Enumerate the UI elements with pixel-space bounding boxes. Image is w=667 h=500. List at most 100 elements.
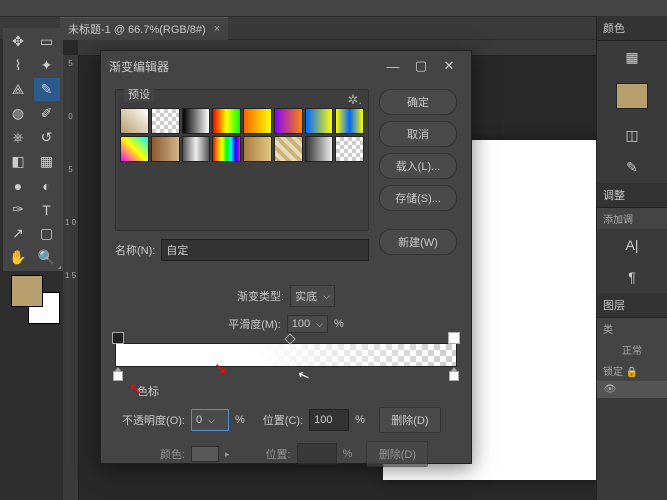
color-box[interactable] (191, 446, 219, 462)
shape-tool[interactable]: ▢ (34, 222, 60, 245)
name-label: 名称(N): (115, 242, 155, 258)
maximize-button[interactable]: ▢ (407, 56, 435, 76)
preset-swatch[interactable] (335, 108, 364, 134)
paragraph-icon[interactable]: ¶ (620, 267, 644, 287)
move-tool[interactable]: ✥ (5, 30, 31, 53)
crop-tool[interactable]: ⟁ (5, 78, 31, 101)
pen-tool[interactable]: ✑ (5, 198, 31, 221)
close-tab-icon[interactable]: × (214, 23, 220, 35)
panel-color-swatch[interactable] (616, 83, 648, 109)
load-button[interactable]: 载入(L)... (379, 153, 457, 179)
minimize-button[interactable]: — (379, 56, 407, 76)
stamp-tool[interactable]: ⎈ (5, 126, 31, 149)
dodge-tool[interactable]: ◐ (34, 174, 60, 197)
save-button[interactable]: 存储(S)... (379, 185, 457, 211)
panel-color-tab[interactable]: 颜色 (597, 16, 667, 41)
hand-tool[interactable]: ✋ (5, 246, 31, 269)
ruler-mark: 5 (63, 55, 78, 68)
preset-swatch[interactable] (120, 136, 149, 162)
close-button[interactable]: ✕ (435, 56, 463, 76)
position-label: 位置(C): (263, 412, 303, 428)
eyedropper-tool[interactable]: ✎ (34, 78, 60, 101)
preset-swatch[interactable] (151, 108, 180, 134)
preset-swatch[interactable] (212, 136, 241, 162)
swatches-icon[interactable]: ▦ (620, 47, 644, 67)
wand-tool[interactable]: ✦ (34, 54, 60, 77)
opacity-input[interactable]: 0 (191, 409, 229, 431)
preset-swatch[interactable] (243, 108, 272, 134)
type-label: 渐变类型: (237, 288, 284, 304)
history-brush-tool[interactable]: ↺ (34, 126, 60, 149)
visibility-icon[interactable]: 👁 (603, 384, 617, 395)
percent-label: % (343, 448, 353, 460)
preset-swatch[interactable] (182, 136, 211, 162)
heal-tool[interactable]: ◍ (5, 102, 31, 125)
percent-label: % (334, 318, 344, 330)
type-dropdown[interactable]: 实底 (290, 285, 335, 307)
color-label: 颜色: (115, 446, 185, 462)
delete-button[interactable]: 删除(D) (379, 407, 441, 433)
ruler-vertical: 5 0 5 1 0 1 5 (63, 55, 79, 500)
preset-swatch[interactable] (243, 136, 272, 162)
foreground-color-swatch[interactable] (11, 275, 43, 307)
smooth-label: 平滑度(M): (228, 316, 281, 332)
presets-label: 预设 (124, 86, 154, 102)
marquee-tool[interactable]: ▭ (34, 30, 60, 53)
percent-label: % (235, 414, 245, 426)
libraries-icon[interactable]: ◫ (620, 125, 644, 145)
preset-swatch[interactable] (274, 136, 303, 162)
chevron-icon[interactable]: ▸ (225, 449, 230, 460)
color-stop-left[interactable] (113, 368, 123, 380)
name-input[interactable] (161, 239, 369, 261)
opacity-stop-left[interactable] (112, 332, 124, 344)
new-button[interactable]: 新建(W) (379, 229, 457, 255)
midpoint-diamond[interactable] (284, 333, 295, 344)
eraser-tool[interactable]: ◧ (5, 150, 31, 173)
lasso-tool[interactable]: ⌇ (5, 54, 31, 77)
gradient-editor-dialog: 渐变编辑器 — ▢ ✕ 预设 ✲. (100, 50, 472, 464)
presets-group: 预设 ✲. (115, 89, 369, 231)
document-tab[interactable]: 未标题-1 @ 66.7%(RGB/8#) × (60, 17, 228, 40)
percent-label: % (355, 414, 365, 426)
char-icon[interactable]: A| (620, 235, 644, 255)
document-title: 未标题-1 @ 66.7%(RGB/8#) (68, 21, 206, 37)
opacity-label: 不透明度(O): (115, 412, 185, 428)
preset-swatch[interactable] (274, 108, 303, 134)
path-tool[interactable]: ↗ (5, 222, 31, 245)
preset-swatch[interactable] (151, 136, 180, 162)
color-swatches (3, 275, 59, 320)
ruler-mark: 1 5 (63, 267, 78, 280)
preset-swatch[interactable] (305, 136, 334, 162)
opacity-stop-right[interactable] (448, 332, 460, 344)
delete2-button[interactable]: 删除(D) (366, 441, 428, 467)
brush-tool[interactable]: ✐ (34, 102, 60, 125)
gear-icon[interactable]: ✲. (347, 92, 362, 108)
dialog-title: 渐变编辑器 (109, 58, 379, 75)
gradient-bar[interactable] (115, 343, 457, 367)
zoom-tool[interactable]: 🔍 (34, 246, 60, 269)
cancel-button[interactable]: 取消 (379, 121, 457, 147)
type-tool[interactable]: T (34, 198, 60, 221)
lock-label: 锁定 (603, 367, 623, 378)
position2-input[interactable] (297, 443, 337, 465)
preset-swatch[interactable] (182, 108, 211, 134)
preset-swatch[interactable] (120, 108, 149, 134)
color-stop-right[interactable] (449, 368, 459, 380)
preset-swatch[interactable] (212, 108, 241, 134)
panel-adjust-tab[interactable]: 调整 (597, 183, 667, 208)
add-adjustment[interactable]: 添加调 (597, 208, 667, 229)
position-input[interactable] (309, 409, 349, 431)
preset-swatch[interactable] (335, 136, 364, 162)
panel-layers-tab[interactable]: 图层 (597, 293, 667, 318)
blend-mode[interactable]: 正常 (622, 346, 642, 357)
gradient-tool[interactable]: ▦ (34, 150, 60, 173)
brushes-icon[interactable]: ✎ (620, 157, 644, 177)
smooth-dropdown[interactable]: 100 (287, 315, 328, 333)
layer-kind: 类 (603, 325, 613, 336)
ok-button[interactable]: 确定 (379, 89, 457, 115)
ruler-mark: 0 (63, 108, 78, 121)
preset-swatch[interactable] (305, 108, 334, 134)
position2-label: 位置: (266, 446, 291, 462)
blur-tool[interactable]: ● (5, 174, 31, 197)
toolbox: ✥ ▭ ⌇ ✦ ⟁ ✎ ◍ ✐ ⎈ ↺ ◧ ▦ ● ◐ ✑ T ↗ ▢ ✋ 🔍 (3, 28, 63, 271)
